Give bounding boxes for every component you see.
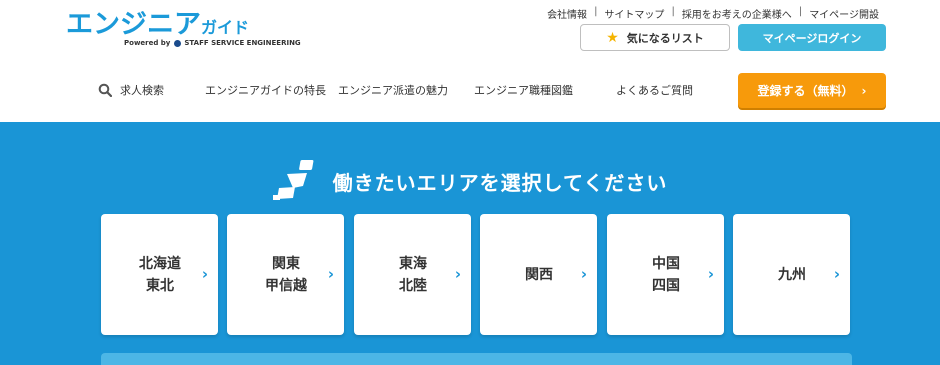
- region-card-kansai[interactable]: 関西 ›: [480, 214, 597, 335]
- chevron-right-icon: ›: [707, 265, 714, 283]
- mypage-login-button[interactable]: マイページログイン: [738, 24, 886, 51]
- chevron-right-icon: ›: [833, 265, 840, 283]
- region-label: 四国: [652, 277, 680, 294]
- nav-dispatch-appeal[interactable]: エンジニア派遣の魅力: [338, 82, 448, 98]
- util-link-mypage-open[interactable]: マイページ開設: [802, 6, 886, 21]
- chevron-right-icon: ›: [201, 265, 208, 283]
- region-label: 北海道: [139, 255, 181, 272]
- star-icon: ★: [606, 29, 619, 46]
- area-select-section: 働きたいエリアを選択してください 北海道東北 › 関東甲信越 › 東海北陸 › …: [0, 122, 940, 365]
- search-icon: [98, 83, 112, 97]
- company-logo-icon: [174, 39, 182, 47]
- region-label: 中国: [652, 255, 680, 272]
- chevron-right-icon: ›: [861, 83, 867, 98]
- nav-faq[interactable]: よくあるご質問: [616, 82, 693, 98]
- search-panel-top: [101, 353, 852, 365]
- chevron-right-icon: ›: [580, 265, 587, 283]
- region-card-tokai-hokuriku[interactable]: 東海北陸 ›: [354, 214, 471, 335]
- region-cards: 北海道東北 › 関東甲信越 › 東海北陸 › 関西 › 中国四国 › 九州 ›: [101, 214, 852, 336]
- logo-tagline: Powered by STAFF SERVICE ENGINEERING: [124, 39, 301, 47]
- utility-links: 会社情報 | サイトマップ | 採用をお考えの企業様へ | マイページ開設: [540, 6, 886, 21]
- site-logo[interactable]: エンジニアガイド Powered by STAFF SERVICE ENGINE…: [66, 10, 301, 52]
- region-label: 九州: [778, 266, 806, 283]
- nav-features[interactable]: エンジニアガイドの特長: [205, 82, 326, 98]
- util-link-company[interactable]: 会社情報: [540, 6, 594, 21]
- region-card-kanto-koshinetsu[interactable]: 関東甲信越 ›: [227, 214, 344, 335]
- region-label: 東海: [399, 255, 427, 272]
- region-label: 東北: [146, 277, 174, 294]
- register-button[interactable]: 登録する（無料） ›: [738, 73, 886, 108]
- nav-job-search[interactable]: 求人検索: [120, 82, 164, 98]
- area-title: 働きたいエリアを選択してください: [332, 170, 668, 195]
- nav-job-types[interactable]: エンジニア職種図鑑: [474, 82, 573, 98]
- region-label: 甲信越: [265, 277, 307, 294]
- region-card-kyushu[interactable]: 九州 ›: [733, 214, 850, 335]
- region-label: 関東: [272, 255, 300, 272]
- favorites-list-button[interactable]: ★ 気になるリスト: [580, 24, 730, 51]
- chevron-right-icon: ›: [454, 265, 461, 283]
- util-link-recruiting[interactable]: 採用をお考えの企業様へ: [675, 6, 799, 21]
- chevron-right-icon: ›: [327, 265, 334, 283]
- region-card-chugoku-shikoku[interactable]: 中国四国 ›: [607, 214, 724, 335]
- japan-map-icon: [272, 160, 313, 200]
- area-section-heading: 働きたいエリアを選択してください: [0, 158, 940, 204]
- region-label: 北陸: [399, 277, 427, 294]
- site-header: エンジニアガイド Powered by STAFF SERVICE ENGINE…: [0, 0, 940, 122]
- util-link-sitemap[interactable]: サイトマップ: [597, 6, 671, 21]
- region-label: 関西: [525, 266, 553, 283]
- region-card-hokkaido-tohoku[interactable]: 北海道東北 ›: [101, 214, 218, 335]
